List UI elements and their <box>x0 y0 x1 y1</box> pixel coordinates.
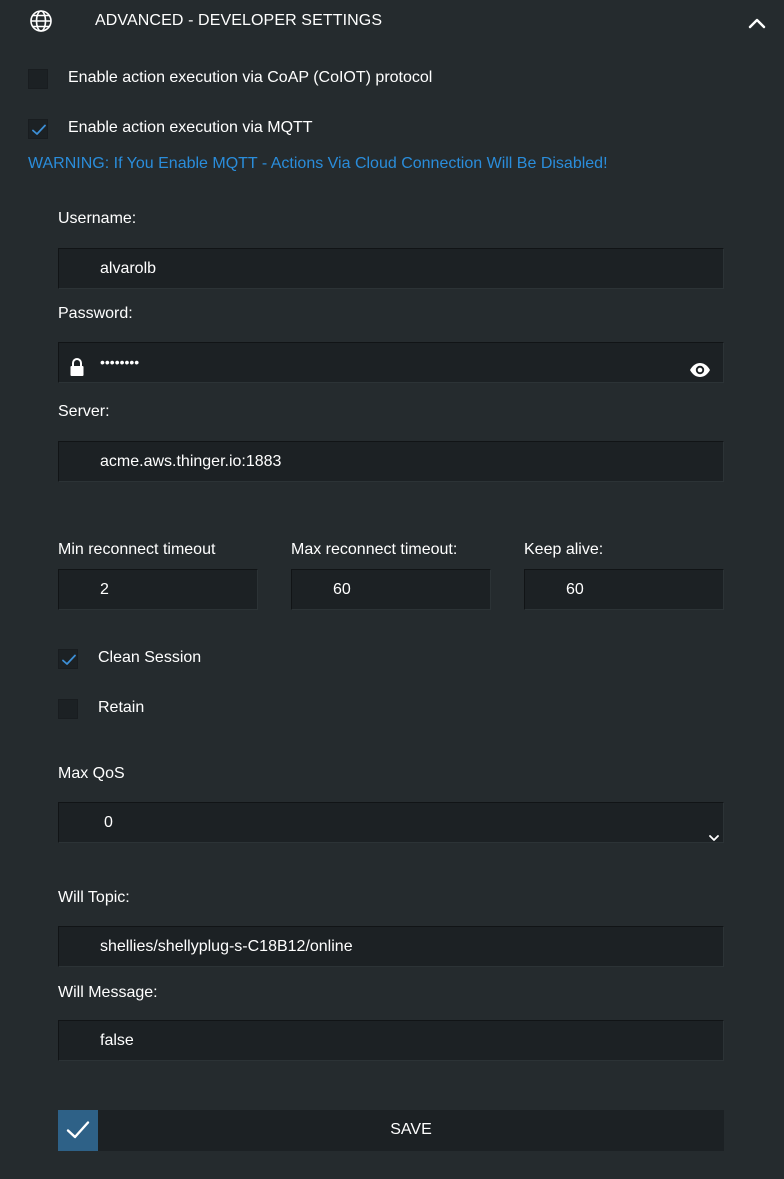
keep-alive-input[interactable]: 60 <box>524 569 724 610</box>
keep-alive-value: 60 <box>566 581 584 598</box>
lock-icon <box>69 353 85 392</box>
chevron-up-icon[interactable] <box>746 12 768 34</box>
globe-icon <box>29 9 53 33</box>
min-reconnect-label: Min reconnect timeout <box>58 541 216 558</box>
max-reconnect-value: 60 <box>333 581 351 598</box>
retain-label: Retain <box>98 699 145 716</box>
will-message-value: false <box>100 1032 134 1049</box>
coap-checkbox[interactable] <box>28 69 48 89</box>
username-input[interactable]: alvarolb <box>58 248 724 289</box>
will-message-label: Will Message: <box>58 984 158 1001</box>
max-reconnect-input[interactable]: 60 <box>291 569 491 610</box>
check-icon[interactable] <box>58 1110 98 1151</box>
min-reconnect-input[interactable]: 2 <box>58 569 258 610</box>
mqtt-warning: WARNING: If You Enable MQTT - Actions Vi… <box>28 155 608 172</box>
username-value: alvarolb <box>100 260 157 277</box>
chevron-down-icon <box>709 818 719 857</box>
save-label[interactable]: SAVE <box>98 1121 724 1139</box>
username-label: Username: <box>58 210 137 227</box>
server-label: Server: <box>58 403 110 420</box>
max-qos-label: Max QoS <box>58 765 125 782</box>
password-input[interactable]: •••••••• <box>58 342 724 383</box>
checkmark-icon <box>32 124 46 135</box>
will-topic-input[interactable]: shellies/shellyplug-s-C18B12/online <box>58 926 724 967</box>
max-qos-value: 0 <box>104 814 113 831</box>
clean-session-label: Clean Session <box>98 649 202 666</box>
max-reconnect-label: Max reconnect timeout: <box>291 541 458 558</box>
max-qos-select[interactable]: 0 <box>58 802 724 843</box>
server-input[interactable]: acme.aws.thinger.io:1883 <box>58 441 724 482</box>
min-reconnect-value: 2 <box>100 581 109 598</box>
will-topic-label: Will Topic: <box>58 889 130 906</box>
will-topic-value: shellies/shellyplug-s-C18B12/online <box>100 938 353 955</box>
server-value: acme.aws.thinger.io:1883 <box>100 453 282 470</box>
will-message-input[interactable]: false <box>58 1020 724 1061</box>
coap-label: Enable action execution via CoAP (CoIOT)… <box>68 69 433 86</box>
clean-session-checkbox[interactable] <box>58 649 78 669</box>
password-value: •••••••• <box>100 354 140 370</box>
retain-checkbox[interactable] <box>58 699 78 719</box>
mqtt-label: Enable action execution via MQTT <box>68 119 313 136</box>
eye-icon[interactable] <box>689 354 711 393</box>
section-title: ADVANCED - DEVELOPER SETTINGS <box>95 12 383 29</box>
password-label: Password: <box>58 305 133 322</box>
mqtt-checkbox[interactable] <box>28 119 48 139</box>
keep-alive-label: Keep alive: <box>524 541 604 558</box>
checkmark-icon <box>62 654 76 665</box>
